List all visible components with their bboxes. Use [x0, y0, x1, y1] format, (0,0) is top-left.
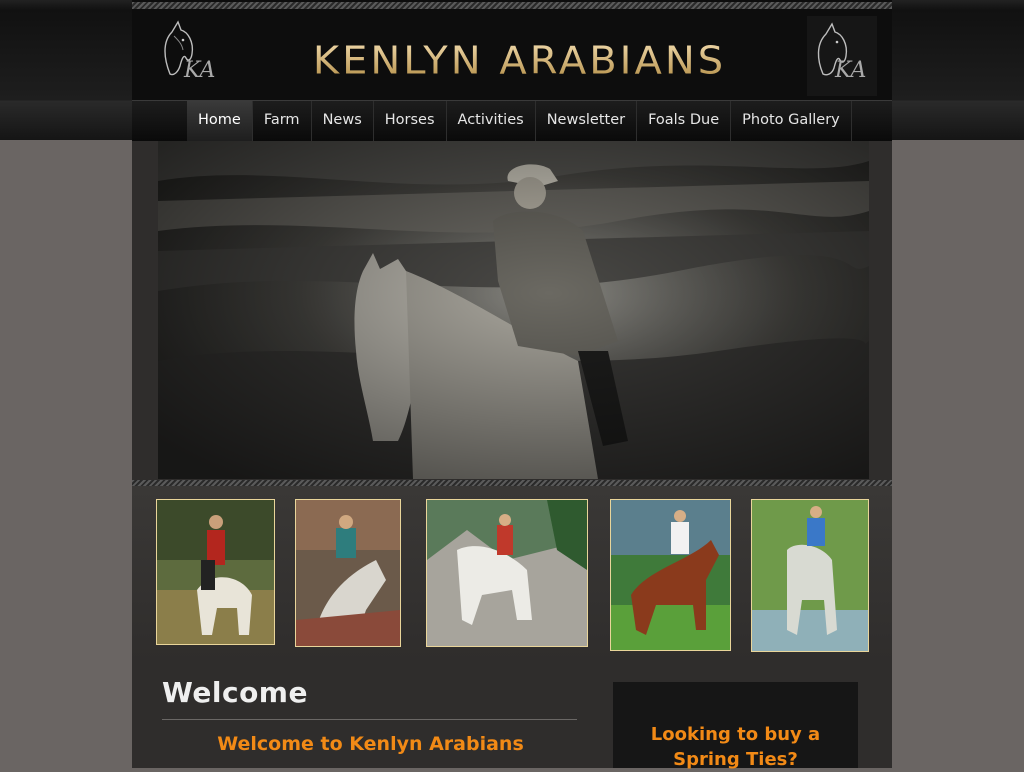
nav-item-horses[interactable]: Horses: [374, 101, 447, 141]
thumbnail-photo-rider-4-icon[interactable]: [610, 499, 731, 651]
nav-list: Home Farm News Horses Activities Newsletter Fo…: [187, 101, 852, 141]
thumbnail-photo-rider-3-icon[interactable]: [426, 499, 588, 647]
nav-item-activities[interactable]: Activities: [447, 101, 536, 141]
thumbnail-strip: [132, 486, 892, 661]
nav-item-home[interactable]: Home: [187, 101, 253, 141]
promo-box[interactable]: Looking to buy a Spring Ties?: [613, 682, 858, 770]
page-container: KA KENLYN ARABIANS KA HomeFarmNewsHorses…: [132, 0, 892, 770]
thumbnail-photo-rider-1-icon[interactable]: [156, 499, 275, 645]
nav-item-newsletter[interactable]: Newsletter: [536, 101, 638, 141]
brand-title[interactable]: KENLYN ARABIANS: [132, 39, 907, 83]
thumbnail-photo-rider-5-icon[interactable]: [751, 499, 869, 652]
logo-monogram-right: KA: [835, 58, 867, 83]
thumbnail-photo-rider-2-icon[interactable]: [295, 499, 401, 647]
hero-photo-rider-on-horse-icon: [158, 141, 869, 479]
nav-item-photo-gallery[interactable]: Photo Gallery: [731, 101, 852, 141]
welcome-heading: Welcome: [162, 676, 308, 709]
promo-line-2: Spring Ties?: [673, 749, 798, 770]
promo-line-1: Looking to buy a: [650, 724, 821, 745]
site-header: KA KENLYN ARABIANS KA: [132, 0, 892, 100]
header-stripe: [132, 2, 892, 9]
welcome-rule: [162, 719, 577, 720]
nav-item-farm[interactable]: Farm: [253, 101, 312, 141]
horse-head-logo-icon: [807, 16, 877, 96]
nav-item-foals-due[interactable]: Foals Due: [637, 101, 732, 141]
main-nav: Home Farm News Horses Activities Newsletter Fo…: [132, 100, 892, 141]
nav-item-news[interactable]: News: [312, 101, 374, 141]
welcome-subheading: Welcome to Kenlyn Arabians: [217, 733, 524, 755]
promo-text: Looking to buy a Spring Ties?: [613, 722, 858, 772]
